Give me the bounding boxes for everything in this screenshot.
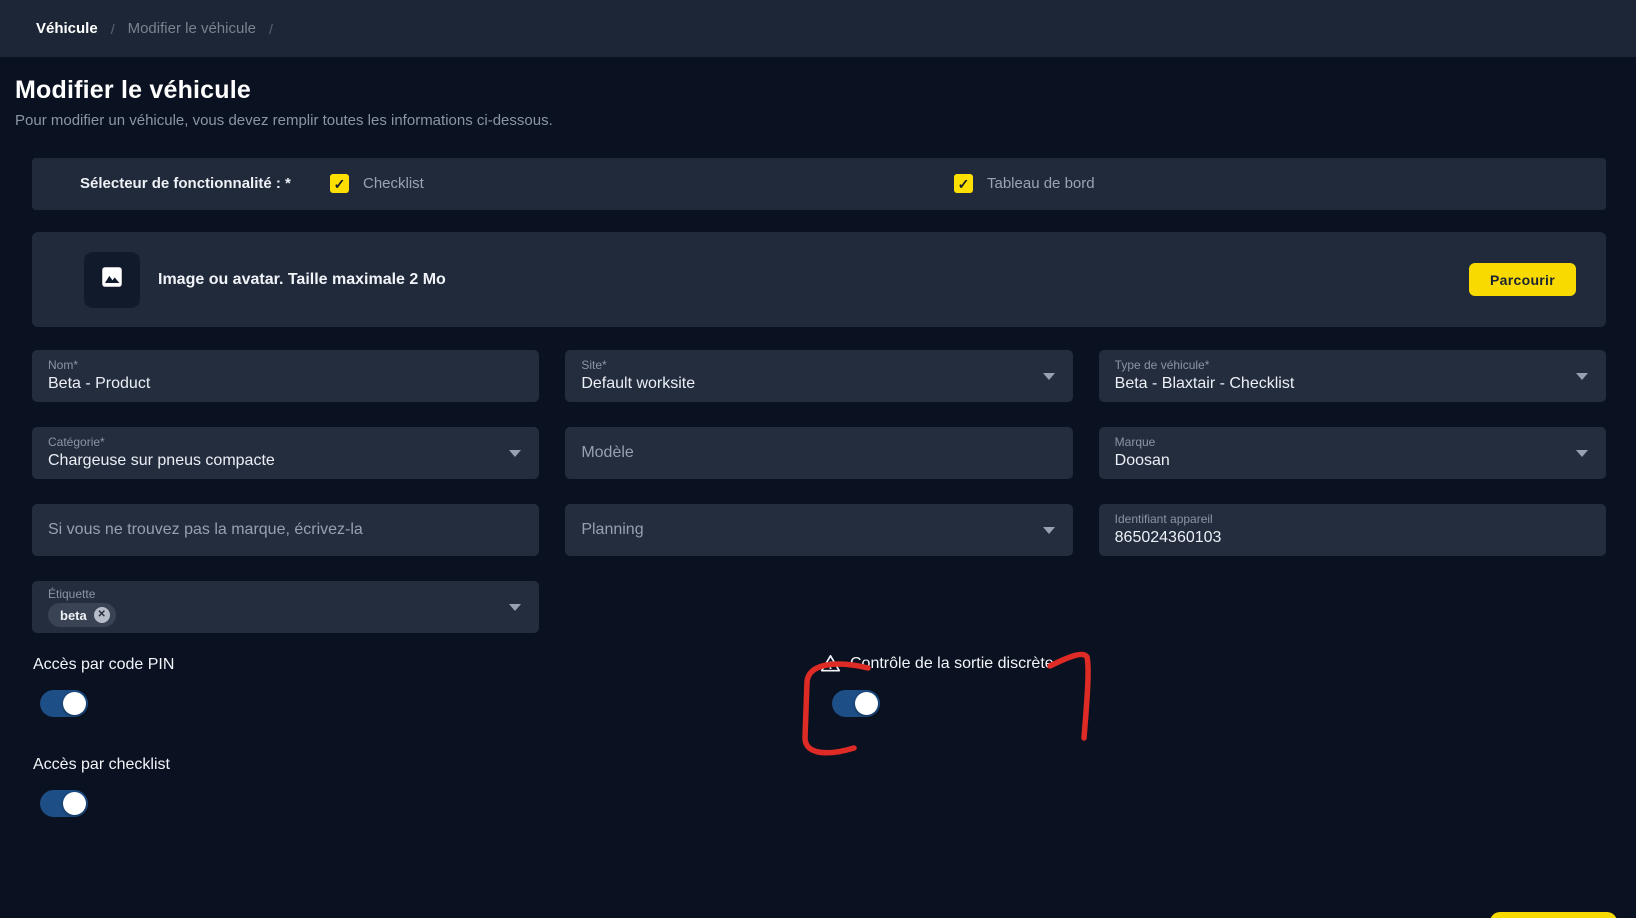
toggle-knob: [63, 692, 86, 715]
warning-icon: [820, 653, 841, 674]
identifiant-appareil-label: Identifiant appareil: [1115, 504, 1566, 526]
nom-field[interactable]: Nom* Beta - Product: [32, 350, 539, 402]
page-header: Modifier le véhicule Pour modifier un vé…: [15, 76, 553, 129]
chip-label: beta: [60, 608, 87, 623]
site-value: Default worksite: [581, 375, 1032, 393]
marque-select[interactable]: Marque Doosan: [1099, 427, 1606, 479]
checklist-checkbox-label: Checklist: [363, 175, 424, 192]
tableau-de-bord-checkbox[interactable]: ✓: [954, 174, 973, 193]
toggle-knob: [855, 692, 878, 715]
checkbox-group-checklist: ✓ Checklist: [330, 174, 424, 193]
type-vehicule-label: Type de véhicule*: [1115, 350, 1566, 372]
site-select[interactable]: Site* Default worksite: [565, 350, 1072, 402]
etiquette-chip-row: beta ✕: [48, 603, 499, 627]
browse-button[interactable]: Parcourir: [1469, 263, 1576, 296]
nom-label: Nom*: [48, 350, 499, 372]
planning-placeholder: Planning: [581, 521, 643, 539]
checklist-checkbox[interactable]: ✓: [330, 174, 349, 193]
feature-selector-bar: Sélecteur de fonctionnalité : * ✓ Checkl…: [32, 158, 1606, 210]
sortie-discrete-toggle[interactable]: [832, 690, 880, 717]
breadcrumb-separator: /: [269, 21, 273, 37]
chevron-down-icon[interactable]: [1043, 373, 1055, 380]
image-placeholder-tile: [84, 252, 140, 308]
breadcrumb-vehicule[interactable]: Véhicule: [36, 20, 98, 37]
type-vehicule-value: Beta - Blaxtair - Checklist: [1115, 375, 1566, 393]
chevron-down-icon[interactable]: [1043, 527, 1055, 534]
marque-value: Doosan: [1115, 452, 1566, 470]
breadcrumb-separator: /: [111, 21, 115, 37]
checklist-access-label: Accès par checklist: [33, 756, 170, 774]
breadcrumb: Véhicule / Modifier le véhicule /: [0, 0, 1636, 57]
tableau-de-bord-checkbox-label: Tableau de bord: [987, 175, 1095, 192]
image-upload-panel: Image ou avatar. Taille maximale 2 Mo Pa…: [32, 232, 1606, 327]
breadcrumb-modifier[interactable]: Modifier le véhicule: [128, 20, 256, 37]
chevron-down-icon[interactable]: [509, 604, 521, 611]
categorie-value: Chargeuse sur pneus compacte: [48, 452, 499, 470]
checklist-access-toggle[interactable]: [40, 790, 88, 817]
upload-description: Image ou avatar. Taille maximale 2 Mo: [158, 271, 446, 289]
chevron-down-icon[interactable]: [1576, 450, 1588, 457]
nom-value: Beta - Product: [48, 375, 499, 393]
etiquette-select[interactable]: Étiquette beta ✕: [32, 581, 539, 633]
checkbox-group-tableau-de-bord: ✓ Tableau de bord: [954, 174, 1095, 193]
planning-select[interactable]: Planning: [565, 504, 1072, 556]
vehicle-form: Nom* Beta - Product Site* Default worksi…: [32, 350, 1606, 633]
pin-access-label: Accès par code PIN: [33, 656, 174, 674]
sortie-discrete-label: Contrôle de la sortie discrète: [850, 655, 1054, 673]
type-vehicule-select[interactable]: Type de véhicule* Beta - Blaxtair - Chec…: [1099, 350, 1606, 402]
chevron-down-icon[interactable]: [509, 450, 521, 457]
sortie-discrete-row: Contrôle de la sortie discrète: [820, 653, 1054, 674]
pin-access-toggle[interactable]: [40, 690, 88, 717]
etiquette-label: Étiquette: [48, 581, 499, 601]
marque-label: Marque: [1115, 427, 1566, 449]
site-label: Site*: [581, 350, 1032, 372]
marque-libre-placeholder: Si vous ne trouvez pas la marque, écrive…: [48, 521, 363, 539]
modele-placeholder: Modèle: [581, 444, 633, 462]
vehicle-edit-screen: Véhicule / Modifier le véhicule / Modifi…: [0, 0, 1636, 918]
chip-remove-icon[interactable]: ✕: [94, 607, 110, 623]
categorie-label: Catégorie*: [48, 427, 499, 449]
identifiant-appareil-value: 865024360103: [1115, 529, 1566, 547]
page-subtitle: Pour modifier un véhicule, vous devez re…: [15, 112, 553, 129]
image-icon: [99, 264, 125, 295]
categorie-select[interactable]: Catégorie* Chargeuse sur pneus compacte: [32, 427, 539, 479]
modele-field[interactable]: Modèle: [565, 427, 1072, 479]
chevron-down-icon[interactable]: [1576, 373, 1588, 380]
page-title: Modifier le véhicule: [15, 76, 553, 105]
etiquette-chip-beta[interactable]: beta ✕: [48, 603, 116, 627]
toggle-knob: [63, 792, 86, 815]
feature-selector-label: Sélecteur de fonctionnalité : *: [80, 175, 291, 192]
submit-button-partial[interactable]: [1490, 912, 1617, 918]
identifiant-appareil-field[interactable]: Identifiant appareil 865024360103: [1099, 504, 1606, 556]
marque-libre-field[interactable]: Si vous ne trouvez pas la marque, écrive…: [32, 504, 539, 556]
